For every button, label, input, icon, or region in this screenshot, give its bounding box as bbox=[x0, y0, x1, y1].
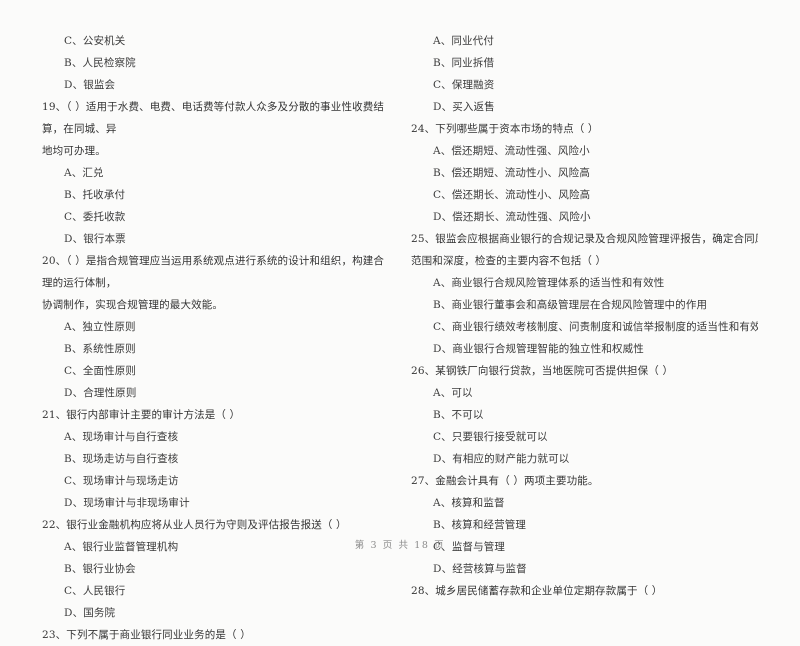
option-item: B、商业银行董事会和高级管理层在合规风险管理中的作用 bbox=[433, 299, 708, 311]
question-23: 23、下列不属于商业银行同业业务的是（ ） bbox=[42, 624, 389, 646]
page-footer: 第 3 页 共 18 页 bbox=[354, 540, 446, 551]
option-item: A、汇兑 bbox=[64, 167, 104, 179]
question-25: 25、银监会应根据商业银行的合规记录及合规风险管理评报告，确定合同风险现场检查的… bbox=[411, 228, 758, 360]
question-stem-cont: 协调制作，实现合规管理的最大效能。 bbox=[42, 299, 224, 311]
question-stem: 24、下列哪些属于资本市场的特点（ ） bbox=[411, 123, 599, 135]
option-item: C、偿还期长、流动性小、风险高 bbox=[433, 189, 591, 201]
option-item: C、人民银行 bbox=[64, 585, 126, 597]
option-item: D、商业银行合规管理智能的独立性和权威性 bbox=[433, 343, 644, 355]
option-item: B、不可以 bbox=[433, 409, 484, 421]
option-item: C、只要银行接受就可以 bbox=[433, 431, 548, 443]
option-item: C、委托收款 bbox=[64, 211, 126, 223]
option-item: C、公安机关 bbox=[64, 35, 126, 47]
option-item: A、现场审计与自行查核 bbox=[64, 431, 179, 443]
option-item: D、合理性原则 bbox=[64, 387, 137, 399]
option-item: C、现场审计与现场走访 bbox=[64, 475, 179, 487]
question-stem: 23、下列不属于商业银行同业业务的是（ ） bbox=[42, 629, 251, 641]
question-stem-cont: 范围和深度，检查的主要内容不包括（ ） bbox=[411, 255, 607, 267]
question-27: 27、金融会计具有（ ）两项主要功能。 A、核算和监督 B、核算和经营管理 C、… bbox=[411, 470, 758, 580]
question-22: 22、银行业金融机构应将从业人员行为守则及评估报告报送（ ） A、银行业监督管理… bbox=[42, 514, 389, 624]
option-item: D、买入返售 bbox=[433, 101, 495, 113]
option-item: C、保理融资 bbox=[433, 79, 495, 91]
question-stem: 27、金融会计具有（ ）两项主要功能。 bbox=[411, 475, 599, 487]
question-stem: 26、某钢铁厂向银行贷款，当地医院可否提供担保（ ） bbox=[411, 365, 674, 377]
option-item: D、有相应的财产能力就可以 bbox=[433, 453, 570, 465]
option-item: B、同业拆借 bbox=[433, 57, 495, 69]
question-stem: 21、银行内部审计主要的审计方法是（ ） bbox=[42, 409, 241, 421]
two-column-layout: C、公安机关 B、人民检察院 D、银监会 19、（ ）适用于水费、电费、电话费等… bbox=[42, 30, 758, 646]
option-item: D、经营核算与监督 bbox=[433, 563, 527, 575]
option-item: A、可以 bbox=[433, 387, 473, 399]
option-item: D、现场审计与非现场审计 bbox=[64, 497, 190, 509]
question-26: 26、某钢铁厂向银行贷款，当地医院可否提供担保（ ） A、可以 B、不可以 C、… bbox=[411, 360, 758, 470]
exam-page: C、公安机关 B、人民检察院 D、银监会 19、（ ）适用于水费、电费、电话费等… bbox=[0, 0, 800, 641]
question-20: 20、（ ）是指合规管理应当运用系统观点进行系统的设计和组织，构建合理的运行体制… bbox=[42, 250, 389, 404]
question-stem-cont: 地均可办理。 bbox=[42, 145, 106, 157]
question-21: 21、银行内部审计主要的审计方法是（ ） A、现场审计与自行查核 B、现场走访与… bbox=[42, 404, 389, 514]
question-stem: 19、（ ）适用于水费、电费、电话费等付款人众多及分散的事业性收费结算，在同城、… bbox=[42, 101, 385, 135]
option-item: A、偿还期短、流动性强、风险小 bbox=[433, 145, 590, 157]
option-item: C、商业银行绩效考核制度、问责制度和诚信举报制度的适当性和有效性 bbox=[433, 321, 758, 333]
option-item: D、国务院 bbox=[64, 607, 116, 619]
option-item: A、独立性原则 bbox=[64, 321, 136, 333]
option-item: B、核算和经营管理 bbox=[433, 519, 527, 531]
option-item: A、同业代付 bbox=[433, 35, 494, 47]
column-left: C、公安机关 B、人民检察院 D、银监会 19、（ ）适用于水费、电费、电话费等… bbox=[42, 30, 389, 646]
option-item: A、核算和监督 bbox=[433, 497, 505, 509]
option-item: B、偿还期短、流动性小、风险高 bbox=[433, 167, 590, 179]
question-28: 28、城乡居民储蓄存款和企业单位定期存款属于（ ） bbox=[411, 580, 758, 602]
option-item: D、银行本票 bbox=[64, 233, 126, 245]
option-item: C、全面性原则 bbox=[64, 365, 137, 377]
option-item: B、现场走访与自行查核 bbox=[64, 453, 179, 465]
question-stem: 22、银行业金融机构应将从业人员行为守则及评估报告报送（ ） bbox=[42, 519, 347, 531]
option-item: B、银行业协会 bbox=[64, 563, 136, 575]
option-item: D、银监会 bbox=[64, 79, 116, 91]
column-right: A、同业代付 B、同业拆借 C、保理融资 D、买入返售 24、下列哪些属于资本市… bbox=[411, 30, 758, 646]
option-item: D、偿还期长、流动性强、风险小 bbox=[433, 211, 591, 223]
question-19: 19、（ ）适用于水费、电费、电话费等付款人众多及分散的事业性收费结算，在同城、… bbox=[42, 96, 389, 250]
option-item: B、系统性原则 bbox=[64, 343, 136, 355]
option-item: B、人民检察院 bbox=[64, 57, 136, 69]
question-stem: 28、城乡居民储蓄存款和企业单位定期存款属于（ ） bbox=[411, 585, 663, 597]
question-stem: 25、银监会应根据商业银行的合规记录及合规风险管理评报告，确定合同风险现场检查的… bbox=[411, 233, 758, 245]
question-24: 24、下列哪些属于资本市场的特点（ ） A、偿还期短、流动性强、风险小 B、偿还… bbox=[411, 118, 758, 228]
option-item: A、商业银行合规风险管理体系的适当性和有效性 bbox=[433, 277, 665, 289]
option-item: B、托收承付 bbox=[64, 189, 126, 201]
question-stem: 20、（ ）是指合规管理应当运用系统观点进行系统的设计和组织，构建合理的运行体制… bbox=[42, 255, 385, 289]
